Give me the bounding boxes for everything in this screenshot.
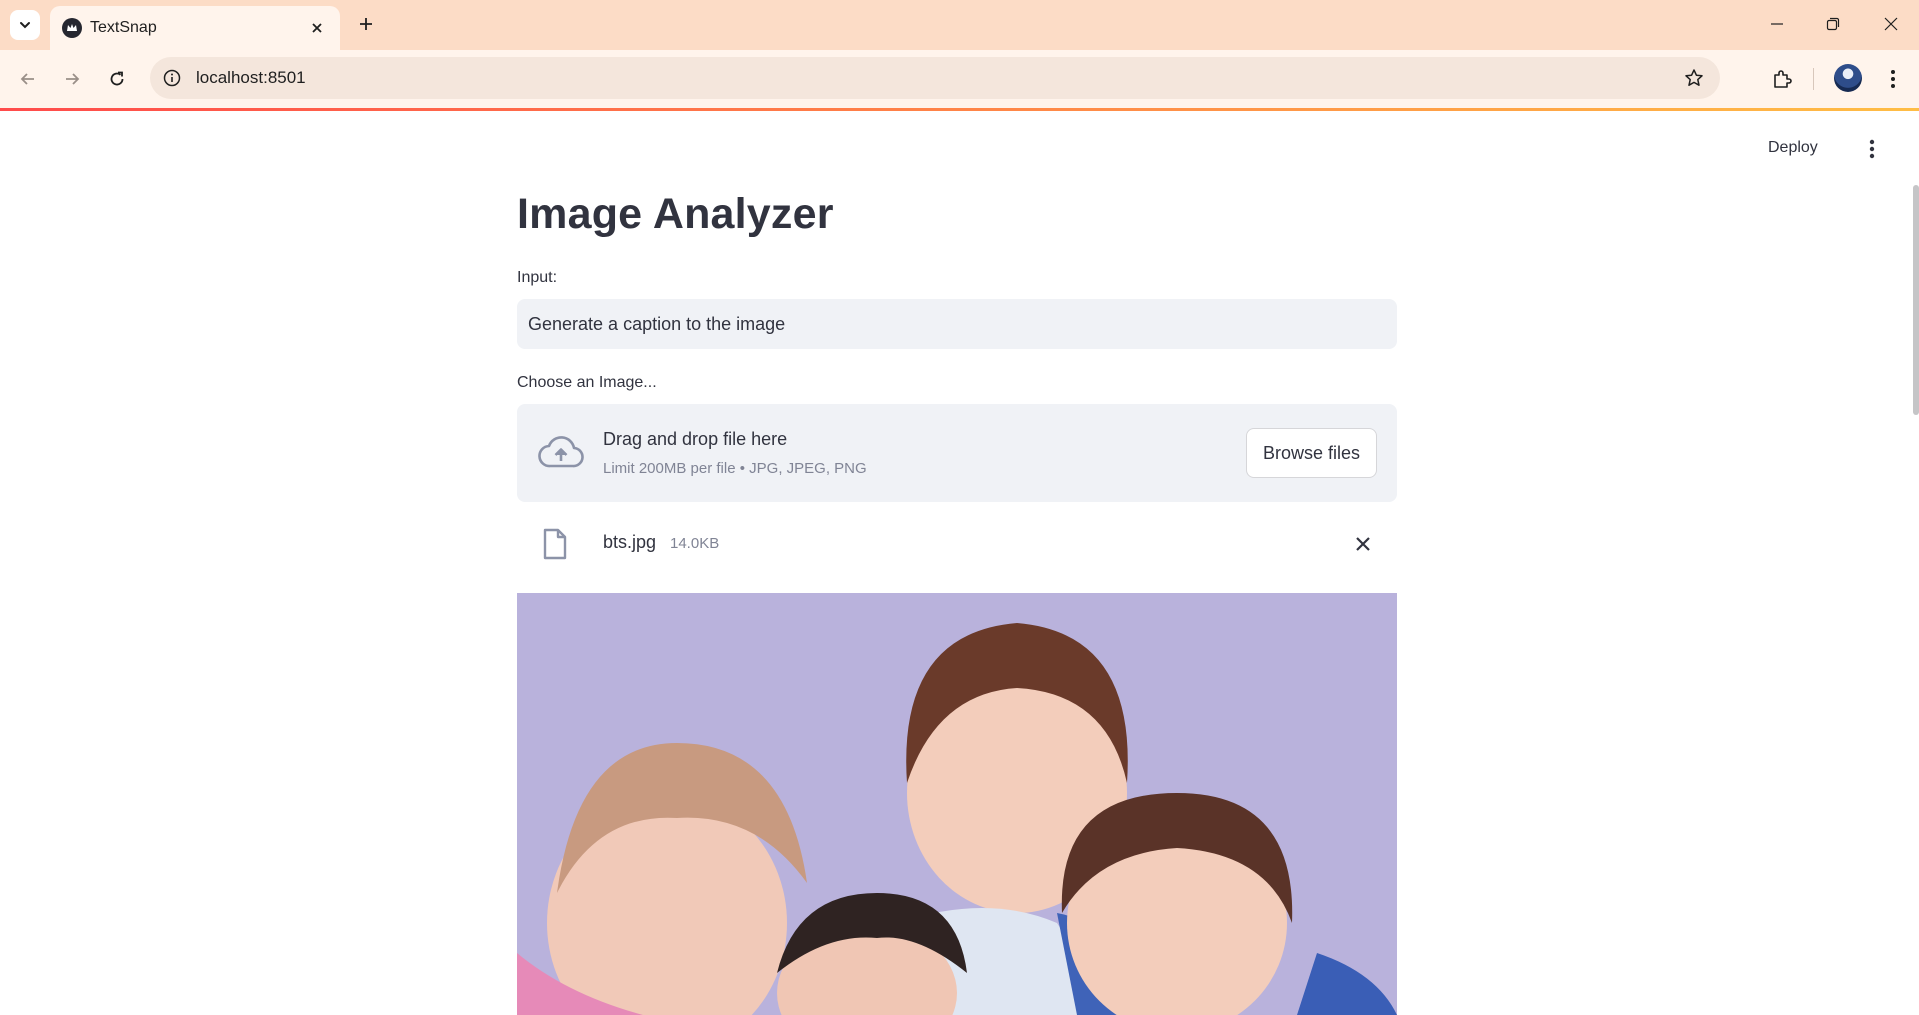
kebab-menu-icon	[1869, 139, 1875, 159]
prompt-input-wrapper	[517, 299, 1397, 349]
plus-icon	[360, 18, 372, 30]
browse-files-button[interactable]: Browse files	[1245, 428, 1377, 478]
bookmark-star-icon[interactable]	[1682, 66, 1706, 90]
browser-tabstrip: TextSnap	[0, 0, 1919, 50]
address-bar[interactable]: localhost:8501	[150, 57, 1720, 99]
tab-title: TextSnap	[90, 19, 157, 36]
uploaded-file-size: 14.0KB	[670, 535, 720, 552]
streamlit-favicon-icon	[62, 18, 82, 38]
kebab-menu-icon	[1891, 70, 1895, 88]
back-button[interactable]	[12, 63, 44, 95]
page-title: Image Analyzer	[517, 190, 834, 238]
tab-close-icon[interactable]	[306, 17, 328, 39]
dropzone-limit-text: Limit 200MB per file • JPG, JPEG, PNG	[603, 460, 867, 477]
delete-file-icon[interactable]	[1349, 530, 1377, 558]
group-photo-illustration	[517, 593, 1397, 1015]
reload-icon	[110, 71, 124, 86]
restore-icon	[1826, 17, 1840, 31]
uploaded-file-row: bts.jpg 14.0KB	[517, 520, 1397, 568]
toolbar-divider	[1813, 68, 1814, 90]
file-dropzone[interactable]: Drag and drop file here Limit 200MB per …	[517, 404, 1397, 502]
prompt-input[interactable]	[518, 300, 1396, 348]
uploaded-file-name: bts.jpg	[603, 532, 657, 552]
extensions-button[interactable]	[1766, 63, 1798, 95]
file-icon	[541, 528, 569, 560]
site-info-icon[interactable]	[162, 68, 182, 88]
reload-button[interactable]	[101, 63, 133, 95]
window-minimize-button[interactable]	[1754, 6, 1800, 42]
uploader-label: Choose an Image...	[517, 374, 657, 391]
profile-avatar[interactable]	[1834, 64, 1862, 92]
puzzle-icon	[1774, 70, 1792, 88]
window-close-button[interactable]	[1868, 6, 1914, 42]
arrow-left-icon	[20, 73, 34, 85]
window-restore-button[interactable]	[1810, 6, 1856, 42]
app-header: Deploy	[0, 111, 1919, 191]
minimize-icon	[1771, 23, 1783, 25]
uploaded-image-preview	[517, 593, 1397, 1015]
input-label: Input:	[517, 269, 558, 286]
app-main-menu-button[interactable]	[1860, 135, 1884, 163]
address-url: localhost:8501	[196, 68, 306, 87]
arrow-right-icon	[66, 73, 80, 85]
new-tab-button[interactable]	[352, 10, 380, 38]
page-scrollbar[interactable]	[1913, 185, 1919, 415]
browser-toolbar: localhost:8501	[0, 50, 1919, 108]
cloud-upload-icon	[537, 432, 585, 472]
tab-search-button[interactable]	[10, 10, 40, 40]
close-icon	[1884, 17, 1898, 31]
chevron-down-icon	[20, 22, 30, 29]
browser-menu-button[interactable]	[1877, 63, 1909, 95]
forward-button[interactable]	[56, 63, 88, 95]
browser-tab-active[interactable]: TextSnap	[50, 6, 340, 50]
deploy-button[interactable]: Deploy	[1768, 139, 1818, 157]
dropzone-title: Drag and drop file here	[603, 429, 788, 449]
